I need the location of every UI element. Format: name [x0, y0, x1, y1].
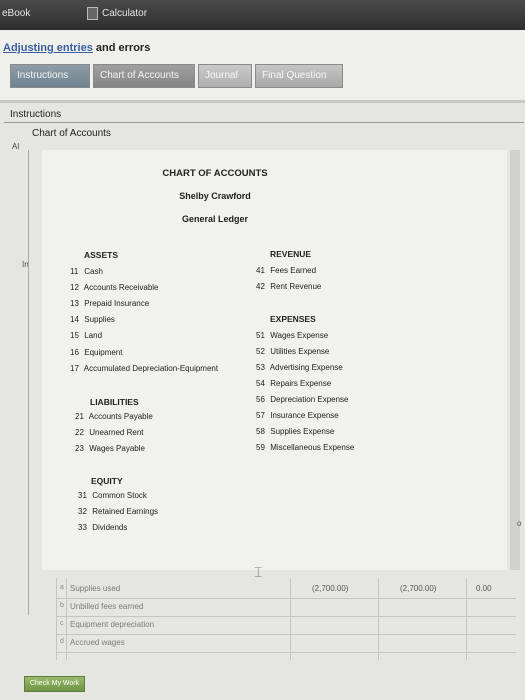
account-item: 53 Advertising Expense	[256, 363, 343, 372]
text-cursor-icon: ⌶	[254, 564, 263, 580]
account-item: 33 Dividends	[78, 523, 128, 532]
journal-grid: a Supplies used (2,700.00) (2,700.00) 0.…	[56, 581, 516, 661]
tab-bar: Instructions Chart of Accounts Journal F…	[10, 64, 343, 88]
account-item: 31 Common Stock	[78, 491, 147, 500]
account-item: 42 Rent Revenue	[256, 282, 322, 291]
account-item: 58 Supplies Expense	[256, 427, 335, 436]
account-item: 41 Fees Earned	[256, 266, 317, 275]
tab-chart-of-accounts[interactable]: Chart of Accounts	[93, 64, 195, 88]
table-row[interactable]: a Supplies used (2,700.00) (2,700.00) 0.…	[56, 581, 516, 599]
account-item: 15 Land	[70, 331, 103, 340]
table-row[interactable]: c Equipment depreciation	[56, 617, 516, 635]
revenue-heading: REVENUE	[270, 249, 312, 259]
tab-journal[interactable]: Journal	[198, 64, 252, 88]
calculator-icon	[87, 7, 98, 20]
title-link[interactable]: Adjusting entries	[3, 42, 93, 54]
account-item: 22 Unearned Rent	[75, 428, 144, 437]
calculator-label: Calculator	[102, 8, 148, 19]
account-item: 13 Prepaid Insurance	[70, 299, 150, 308]
assets-heading: ASSETS	[84, 250, 119, 260]
chart-of-accounts-heading: Chart of Accounts	[32, 128, 111, 139]
document-scrollbar[interactable]	[510, 150, 520, 570]
check-my-work-button[interactable]: Check My Work	[24, 676, 85, 692]
account-item: 14 Supplies	[70, 315, 115, 324]
liabilities-heading: LIABILITIES	[90, 397, 139, 407]
ebook-link[interactable]: eBook	[2, 8, 30, 19]
ledger-label: General Ledger	[181, 214, 249, 224]
account-item: 12 Accounts Receivable	[70, 283, 159, 292]
top-toolbar: eBook Calculator	[0, 0, 525, 30]
table-row[interactable]: b Unbilled fees earned	[56, 599, 516, 617]
account-item: 23 Wages Payable	[75, 444, 145, 453]
account-item: 21 Accounts Payable	[75, 412, 153, 421]
account-item: 59 Miscellaneous Expense	[256, 443, 355, 452]
account-item: 32 Retained Earnings	[78, 507, 159, 516]
account-item: 17 Accumulated Depreciation-Equipment	[70, 364, 219, 373]
account-item: 56 Depreciation Expense	[256, 395, 349, 404]
instructions-heading: Instructions	[10, 109, 62, 120]
divider	[4, 122, 524, 123]
calculator-button[interactable]: Calculator	[87, 7, 147, 20]
equity-heading: EQUITY	[91, 476, 123, 486]
page-title: Adjusting entries and errors	[3, 42, 150, 54]
truncated-text-al: Al	[12, 142, 20, 151]
account-item: 54 Repairs Expense	[256, 379, 332, 388]
truncated-text-o: o	[517, 519, 522, 528]
account-item: 52 Utilities Expense	[256, 347, 330, 356]
account-item: 11 Cash	[70, 267, 103, 276]
table-row[interactable]: d Accrued wages	[56, 635, 516, 653]
company-name: Shelby Crawford	[179, 191, 251, 201]
account-item: 51 Wages Expense	[256, 331, 329, 340]
expenses-heading: EXPENSES	[270, 314, 316, 324]
tab-final-question[interactable]: Final Question	[255, 64, 343, 88]
account-item: 57 Insurance Expense	[256, 411, 339, 420]
title-rest: and errors	[92, 42, 151, 54]
account-item: 16 Equipment	[70, 348, 123, 357]
document-heading: CHART OF ACCOUNTS	[162, 168, 268, 179]
tab-instructions[interactable]: Instructions	[10, 64, 90, 88]
